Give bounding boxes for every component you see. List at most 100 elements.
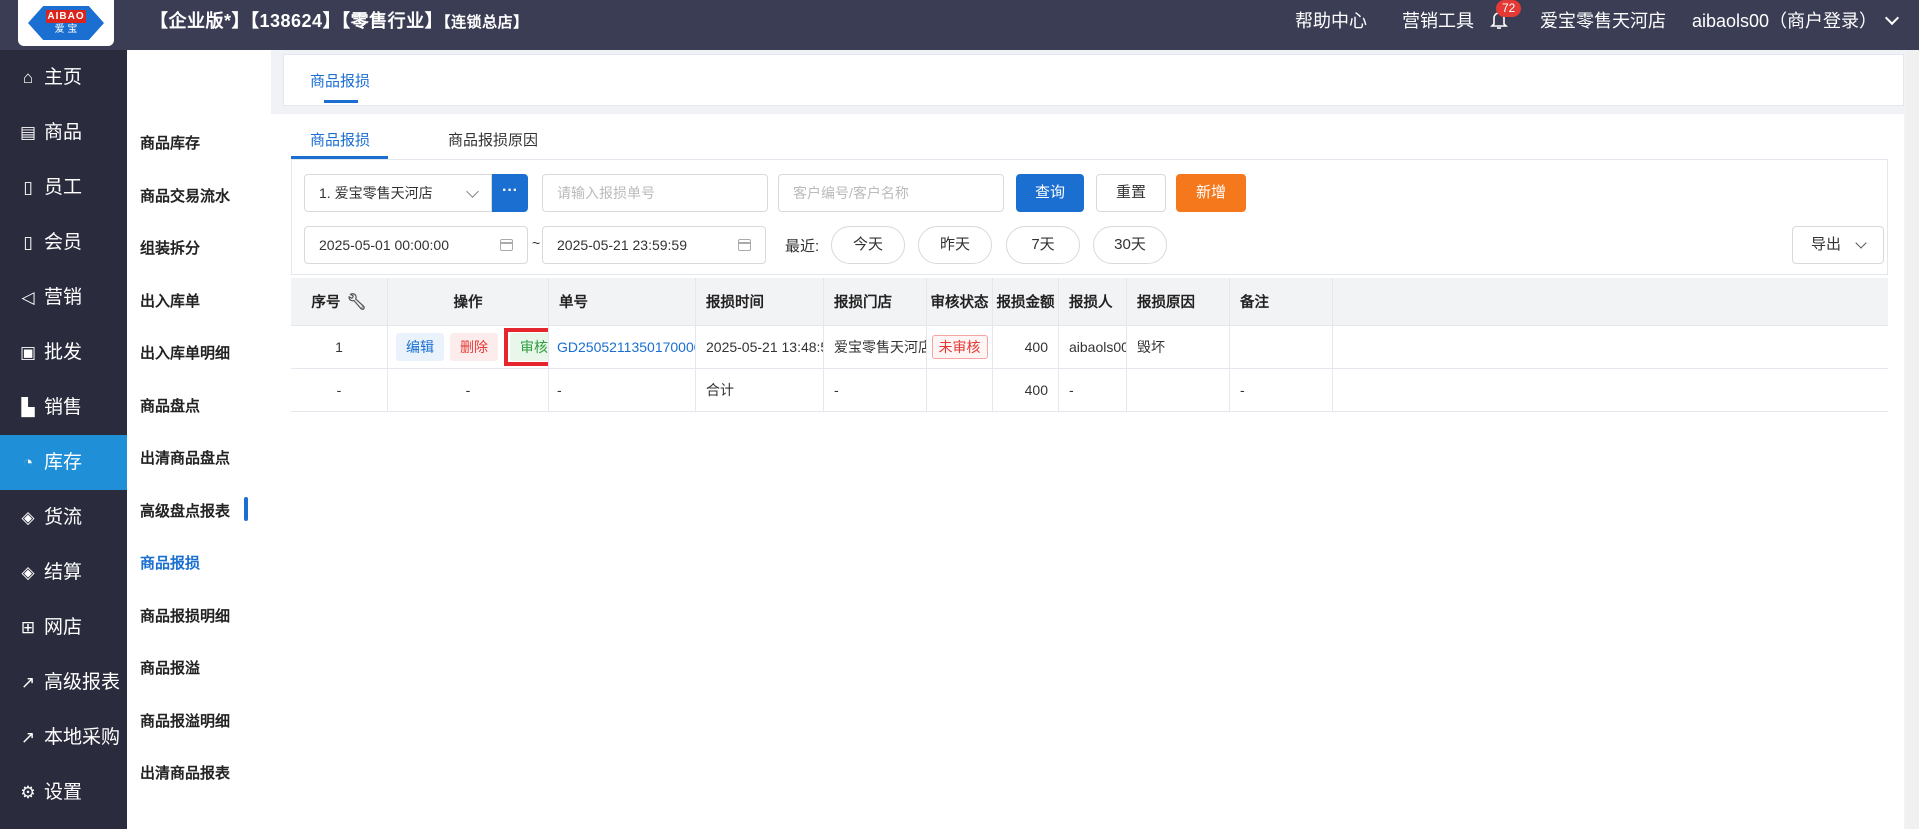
cell-note: [1230, 326, 1333, 368]
nav-item-8[interactable]: ◈ 货流: [0, 490, 127, 545]
start-date-input[interactable]: 2025-05-01 00:00:00: [304, 226, 528, 264]
cell-actions: 编辑 删除 审核: [388, 326, 549, 368]
cell-order-no: GD25052113501700001: [549, 326, 696, 368]
submenu-item-9[interactable]: 商品报损明细: [140, 605, 230, 626]
cell-amount: 400: [993, 326, 1059, 368]
nav-item-4[interactable]: ◁ 营销: [0, 270, 127, 325]
submenu-item-3[interactable]: 出入库单: [140, 290, 200, 311]
date-range-separator: ~: [532, 235, 541, 251]
nav-item-7[interactable]: ◔ 库存: [0, 435, 127, 490]
nav-item-label: 结算: [44, 562, 83, 583]
submenu-item-7[interactable]: 高级盘点报表: [140, 500, 230, 521]
page-tab-bar: 商品报损: [283, 54, 1904, 106]
store-select-value: 1. 爱宝零售天河店: [319, 185, 433, 201]
wrench-icon[interactable]: 🔧︎: [346, 292, 366, 312]
submenu-item-11[interactable]: 商品报溢明细: [140, 710, 230, 731]
nav-item-10[interactable]: ⊞ 网店: [0, 600, 127, 655]
marketing-tools-link[interactable]: 营销工具: [1402, 0, 1474, 42]
nav-item-13[interactable]: ⚙ 设置: [0, 765, 127, 820]
nav-item-label: 销售: [44, 397, 83, 418]
store-switch-link[interactable]: 爱宝零售天河店: [1540, 0, 1666, 42]
nav-item-label: 会员: [44, 232, 83, 253]
nav-item-label: 员工: [44, 177, 83, 198]
chevron-down-icon: [1884, 10, 1900, 26]
header-amount: 报损金额: [996, 295, 1055, 311]
header-cell: 报损原因: [1127, 278, 1230, 325]
nav-item-1[interactable]: ▤ 商品: [0, 105, 127, 160]
reset-button[interactable]: 重置: [1096, 174, 1166, 212]
header-time: 报损时间: [706, 295, 764, 311]
notification-badge: 72: [1496, 0, 1522, 17]
calendar-icon: [738, 239, 751, 251]
sub-sidebar: 商品库存商品交易流水 组装拆分出入库单出入库单明细 商品盘点出清商品盘点 高级盘点报表…: [127, 50, 271, 829]
query-button[interactable]: 查询: [1016, 174, 1084, 212]
order-number-input[interactable]: 请输入报损单号: [542, 174, 768, 212]
cell-time: 2025-05-21 13:48:58: [696, 326, 824, 368]
submenu-item-0[interactable]: 商品库存: [140, 132, 200, 153]
nav-item-11[interactable]: ↗ 高级报表: [0, 655, 127, 710]
nav-item-0[interactable]: ⌂ 主页: [0, 50, 127, 105]
nav-item-2[interactable]: ▯ 员工: [0, 160, 127, 215]
calendar-icon: [500, 239, 513, 251]
tab-loss-reasons[interactable]: 商品报损原因: [448, 129, 538, 150]
staff-icon: ▯: [23, 178, 33, 197]
customer-search-input[interactable]: 客户编号/客户名称: [778, 174, 1004, 212]
submenu-item-5[interactable]: 商品盘点: [140, 395, 200, 416]
store-picker-button[interactable]: ···: [492, 174, 528, 212]
logistics-icon: ◈: [21, 508, 35, 527]
export-dropdown[interactable]: 导出: [1792, 226, 1884, 264]
start-date-value: 2025-05-01 00:00:00: [319, 237, 449, 253]
chevron-down-icon: [1855, 237, 1867, 249]
end-date-input[interactable]: 2025-05-21 23:59:59: [542, 226, 766, 264]
nav-item-9[interactable]: ◈ 结算: [0, 545, 127, 600]
submenu-item-8[interactable]: 商品报损: [140, 552, 200, 573]
header-person: 报损人: [1069, 295, 1113, 311]
end-date-value: 2025-05-21 23:59:59: [557, 237, 687, 253]
header-actions: 操作: [453, 295, 483, 311]
edit-button[interactable]: 编辑: [396, 333, 444, 361]
megaphone-icon: ◁: [21, 288, 35, 307]
cell-no: 1: [291, 326, 388, 368]
tab-loss-report[interactable]: 商品报损: [310, 129, 370, 150]
quick-30days-button[interactable]: 30天: [1093, 226, 1167, 264]
nav-item-label: 高级报表: [44, 672, 121, 693]
page-scrollbar[interactable]: [1906, 50, 1919, 829]
page-tab-loss-report[interactable]: 商品报损: [310, 70, 370, 91]
submenu-item-2[interactable]: 组装拆分: [140, 237, 200, 258]
export-label: 导出: [1811, 236, 1842, 253]
quick-yesterday-button[interactable]: 昨天: [918, 226, 992, 264]
main-content: 商品报损 商品报损 商品报损原因 1. 爱宝零售天河店 ··· 请输入报损单号 …: [271, 50, 1919, 829]
purchase-chart-icon: ↗: [20, 728, 36, 747]
main-sidebar: ⌂ 主页 ▤ 商品 ▯ 员工 ▯ 会员 ◁ 营销 ▣ 批发 ▙ 销售 ◔ 库存 ◈ 货流 ◈ 结算 ⊞ 网店 ↗ 高级报表 ↗ 本…: [0, 50, 127, 829]
submenu-item-10[interactable]: 商品报溢: [140, 657, 200, 678]
quick-today-button[interactable]: 今天: [831, 226, 905, 264]
cell-person: -: [1059, 369, 1127, 411]
store-select[interactable]: 1. 爱宝零售天河店: [304, 174, 492, 212]
nav-item-label: 货流: [44, 507, 83, 528]
submenu-item-4[interactable]: 出入库单明细: [140, 342, 230, 363]
nav-item-6[interactable]: ▙ 销售: [0, 380, 127, 435]
header-store: 报损门店: [834, 295, 892, 311]
submenu-item-6[interactable]: 出清商品盘点: [140, 447, 230, 468]
audit-button[interactable]: 审核: [510, 333, 548, 361]
nav-item-5[interactable]: ▣ 批发: [0, 325, 127, 380]
submenu-item-1[interactable]: 商品交易流水: [140, 185, 230, 206]
cell-reason: 毁坏: [1127, 326, 1230, 368]
nav-item-3[interactable]: ▯ 会员: [0, 215, 127, 270]
nav-item-12[interactable]: ↗ 本地采购: [0, 710, 127, 765]
inventory-icon: ◔: [22, 453, 34, 472]
quick-7days-button[interactable]: 7天: [1006, 226, 1080, 264]
active-tab-indicator: [291, 156, 388, 159]
header-cell: 序号 🔧︎: [291, 278, 388, 325]
header-cell: 审核状态: [927, 278, 993, 325]
sales-chart-icon: ▙: [21, 398, 35, 417]
user-menu[interactable]: aibaols00（商户登录）: [1692, 0, 1900, 42]
delete-button[interactable]: 删除: [450, 333, 498, 361]
nav-item-label: 营销: [44, 287, 83, 308]
active-submenu-marker: [244, 497, 248, 521]
table-row: 1 编辑 删除 审核 GD25052113501700001 2025-05-2…: [291, 326, 1888, 369]
add-button[interactable]: 新增: [1176, 174, 1246, 212]
help-center-link[interactable]: 帮助中心: [1295, 0, 1367, 42]
order-number-link[interactable]: GD25052113501700001: [557, 339, 695, 355]
submenu-item-12[interactable]: 出清商品报表: [140, 762, 230, 783]
